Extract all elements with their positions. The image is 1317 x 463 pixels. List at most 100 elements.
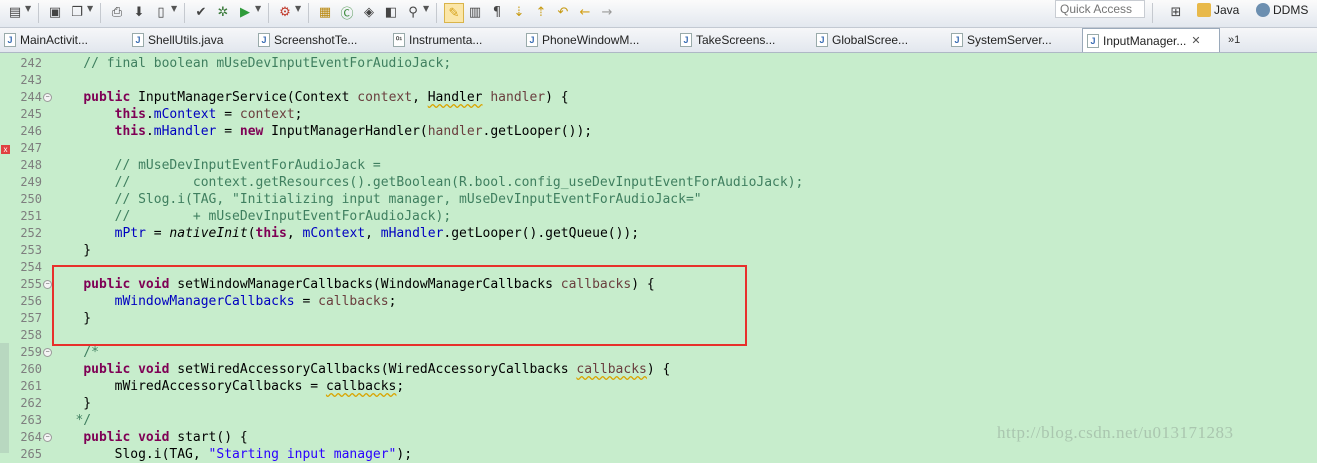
code-line[interactable]: // final boolean mUseDevInputEventForAud…: [52, 55, 1317, 72]
tab-2[interactable]: J ScreenshotTe...: [254, 28, 372, 52]
last-edit-location-icon[interactable]: ↶: [554, 3, 572, 21]
chevron-down-icon[interactable]: ▼: [423, 4, 429, 13]
code-line[interactable]: }: [52, 395, 1317, 412]
toggle-mark-occurrences-icon[interactable]: ✎: [444, 3, 464, 23]
chevron-down-icon[interactable]: ▼: [295, 4, 301, 13]
code-token: }: [52, 396, 92, 411]
tab-label: ScreenshotTe...: [274, 33, 358, 47]
fold-toggle-icon[interactable]: −: [43, 93, 52, 102]
overview-ruler: x: [0, 53, 12, 453]
code-line[interactable]: [52, 72, 1317, 89]
perspective-ddms-button[interactable]: DDMS: [1256, 0, 1308, 20]
code-line[interactable]: [52, 327, 1317, 344]
java-file-icon: J: [951, 33, 963, 47]
forward-icon[interactable]: →: [598, 3, 616, 21]
chevron-down-icon[interactable]: ▼: [87, 4, 93, 13]
code-line[interactable]: // mUseDevInputEventForAudioJack =: [52, 157, 1317, 174]
tab-8[interactable]: J InputManager... ✕: [1082, 28, 1220, 52]
code-line[interactable]: mWindowManagerCallbacks = callbacks;: [52, 293, 1317, 310]
class-file-icon: ⁰¹: [393, 33, 405, 47]
line-number: 258: [20, 328, 42, 342]
code-text: */: [52, 412, 91, 429]
run-icon[interactable]: ▶: [236, 3, 254, 21]
code-line[interactable]: Slog.i(TAG, "Starting input manager");: [52, 446, 1317, 463]
new-class-icon[interactable]: Ⓒ: [338, 3, 356, 22]
code-line[interactable]: this.mContext = context;: [52, 106, 1317, 123]
external-tools-icon[interactable]: ⚙: [276, 3, 294, 21]
line-number: 254: [20, 260, 42, 274]
gutter-line: 252: [12, 225, 52, 242]
tab-5[interactable]: J TakeScreens...: [676, 28, 796, 52]
code-line[interactable]: public InputManagerService(Context conte…: [52, 89, 1317, 106]
back-icon[interactable]: ←: [576, 3, 594, 21]
quick-access-input[interactable]: [1055, 0, 1145, 18]
code-line[interactable]: /*: [52, 344, 1317, 361]
gutter-line: 258: [12, 327, 52, 344]
code-line[interactable]: }: [52, 310, 1317, 327]
fold-toggle-icon[interactable]: −: [43, 348, 52, 357]
open-task-icon[interactable]: ◧: [382, 3, 400, 21]
code-text: this.mContext = context;: [52, 106, 303, 123]
code-line[interactable]: [52, 140, 1317, 157]
print-icon[interactable]: ⎙: [108, 3, 126, 21]
code-token: callbacks: [318, 294, 389, 309]
toolbar-separator: [184, 3, 185, 23]
tab-6[interactable]: J GlobalScree...: [812, 28, 932, 52]
close-icon[interactable]: ✕: [1191, 34, 1200, 47]
open-type-icon[interactable]: ◈: [360, 3, 378, 21]
toggle-block-selection-icon[interactable]: ▥: [466, 3, 484, 21]
code-line[interactable]: this.mHandler = new InputManagerHandler(…: [52, 123, 1317, 140]
tab-3[interactable]: ⁰¹ Instrumenta...: [389, 28, 511, 52]
gutter-line: 265: [12, 446, 52, 463]
previous-annotation-icon[interactable]: ⇡: [532, 3, 550, 21]
code-token: Slog.i(TAG,: [52, 447, 209, 462]
save-all-icon[interactable]: ❐: [68, 3, 86, 21]
perspective-java-button[interactable]: Java: [1197, 0, 1239, 20]
device-icon[interactable]: ▯: [152, 3, 170, 21]
code-line[interactable]: mWiredAccessoryCallbacks = callbacks;: [52, 378, 1317, 395]
search-icon[interactable]: ⚲: [404, 3, 422, 21]
tab-7[interactable]: J SystemServer...: [947, 28, 1067, 52]
line-number: 248: [20, 158, 42, 172]
chevron-down-icon[interactable]: ▼: [255, 4, 261, 13]
tab-4[interactable]: J PhoneWindowM...: [522, 28, 662, 52]
tab-0[interactable]: J MainActivit...: [0, 28, 112, 52]
next-annotation-icon[interactable]: ⇣: [510, 3, 528, 21]
open-perspective-icon[interactable]: ⊞: [1167, 3, 1185, 21]
toolbar-separator: [436, 3, 437, 23]
gutter-line: 245: [12, 106, 52, 123]
new-icon[interactable]: ▤: [6, 3, 24, 21]
lint-icon[interactable]: ✔: [192, 3, 210, 21]
new-package-icon[interactable]: ▦: [316, 3, 334, 21]
tab-1[interactable]: J ShellUtils.java: [128, 28, 242, 52]
code-line[interactable]: mPtr = nativeInit(this, mContext, mHandl…: [52, 225, 1317, 242]
code-line[interactable]: // + mUseDevInputEventForAudioJack);: [52, 208, 1317, 225]
code-line[interactable]: // context.getResources().getBoolean(R.b…: [52, 174, 1317, 191]
line-number: 257: [20, 311, 42, 325]
code-editor[interactable]: // final boolean mUseDevInputEventForAud…: [52, 53, 1317, 462]
line-number: 244: [20, 90, 42, 104]
code-line[interactable]: [52, 259, 1317, 276]
show-whitespace-icon[interactable]: ¶: [488, 3, 506, 21]
code-token: ;: [388, 294, 397, 309]
fold-toggle-icon[interactable]: −: [43, 280, 52, 289]
code-line[interactable]: public void setWiredAccessoryCallbacks(W…: [52, 361, 1317, 378]
chevron-down-icon[interactable]: ▼: [171, 4, 177, 13]
more-tabs-button[interactable]: »1: [1228, 28, 1240, 52]
chevron-down-icon[interactable]: ▼: [25, 4, 31, 13]
code-line[interactable]: // Slog.i(TAG, "Initializing input manag…: [52, 191, 1317, 208]
save-icon[interactable]: ▣: [46, 3, 64, 21]
sdk-manager-icon[interactable]: ⬇: [130, 3, 148, 21]
toolbar-separator: [38, 3, 39, 23]
code-line[interactable]: }: [52, 242, 1317, 259]
line-number: 263: [20, 413, 42, 427]
code-line[interactable]: public void setWindowManagerCallbacks(Wi…: [52, 276, 1317, 293]
fold-toggle-icon[interactable]: −: [43, 433, 52, 442]
java-file-icon: J: [258, 33, 270, 47]
code-token: this: [255, 226, 287, 241]
java-file-icon: J: [132, 33, 144, 47]
line-number: 260: [20, 362, 42, 376]
gutter-line: 262: [12, 395, 52, 412]
debug-icon[interactable]: ✲: [214, 3, 232, 21]
